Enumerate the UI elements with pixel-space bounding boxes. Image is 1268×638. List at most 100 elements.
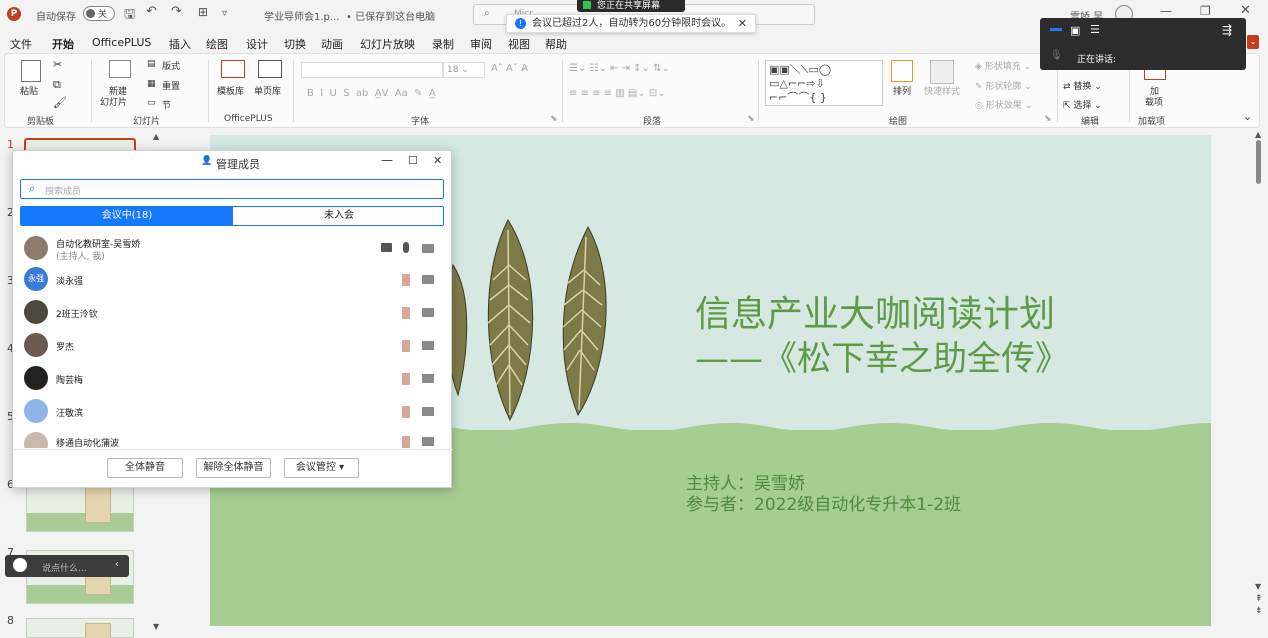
layout-icon[interactable]: ▤ bbox=[147, 59, 156, 69]
minimize-icon[interactable]: — bbox=[1160, 4, 1172, 18]
paste-icon[interactable] bbox=[21, 60, 41, 82]
next-slide-icon[interactable]: ⇟ bbox=[1255, 606, 1263, 616]
tab-view[interactable]: 视图 bbox=[508, 36, 530, 52]
tab-officeplus[interactable]: OfficePLUS bbox=[92, 36, 151, 49]
reset-button[interactable]: 重置 bbox=[162, 79, 180, 92]
mic-icon[interactable] bbox=[403, 242, 409, 253]
tab-help[interactable]: 帮助 bbox=[545, 36, 567, 52]
addins-button-2[interactable]: 载项 bbox=[1145, 95, 1163, 108]
member-row[interactable]: 2班王泠钦 bbox=[23, 298, 443, 328]
camera-off-icon[interactable] bbox=[422, 374, 434, 383]
prev-slide-icon[interactable]: ⇞ bbox=[1255, 594, 1263, 604]
grow-font-icon[interactable]: A˄ A˅ A̷ bbox=[491, 63, 528, 74]
shape-effect-button[interactable]: ◎ 形状效果 ⌄ bbox=[975, 98, 1032, 111]
select-button[interactable]: ⇱ 选择 ⌄ bbox=[1063, 98, 1102, 111]
slide-participants[interactable]: 参与者：2022级自动化专升本1-2班 bbox=[686, 490, 961, 515]
slide-title[interactable]: 信息产业大咖阅读计划 bbox=[695, 285, 1055, 337]
quick-styles-icon[interactable] bbox=[930, 60, 954, 84]
reset-icon[interactable]: ▦ bbox=[147, 79, 156, 89]
font-family-select[interactable] bbox=[301, 62, 443, 78]
tab-animations[interactable]: 动画 bbox=[321, 36, 343, 52]
arrange-icon[interactable] bbox=[891, 60, 913, 82]
list-icons[interactable]: ☰⌄ ☷⌄ ⇤ ⇥ ↕⌄ ⇅⌄ bbox=[569, 63, 670, 74]
paragraph-dialog-launcher-icon[interactable]: ⬊ bbox=[747, 114, 755, 124]
mute-all-button[interactable]: 全体静音 bbox=[107, 458, 183, 478]
mic-off-icon[interactable] bbox=[402, 274, 410, 286]
copy-icon[interactable]: ⧉ bbox=[53, 78, 61, 92]
tab-transitions[interactable]: 切换 bbox=[284, 36, 306, 52]
member-search-input[interactable]: ⌕ 搜索成员 bbox=[20, 179, 444, 199]
quick-styles-button[interactable]: 快速样式 bbox=[924, 84, 960, 97]
minimize-panel-icon[interactable] bbox=[1050, 28, 1062, 31]
member-row[interactable]: 罗杰 bbox=[23, 331, 443, 361]
mic-off-icon[interactable] bbox=[402, 406, 410, 418]
template-library-button[interactable]: 模板库 bbox=[217, 84, 244, 97]
shapes-gallery[interactable]: ▣▣＼⟍▭◯ ▭△⌐⌐⇨⇩ ⌐⌐⌒⌒{ } bbox=[765, 60, 883, 106]
close-toast-icon[interactable]: ✕ bbox=[738, 15, 747, 32]
paste-button[interactable]: 粘贴 bbox=[20, 84, 38, 97]
tab-review[interactable]: 审阅 bbox=[470, 36, 492, 52]
redo-icon[interactable]: ↷ bbox=[171, 4, 182, 19]
mic-off-icon[interactable] bbox=[402, 373, 410, 385]
new-slide-icon[interactable] bbox=[109, 60, 131, 78]
cut-icon[interactable]: ✂ bbox=[53, 58, 62, 71]
chat-bar[interactable]: 说点什么... ‹ bbox=[5, 555, 129, 577]
member-row[interactable]: 移通自动化蒲波 bbox=[23, 430, 443, 448]
tab-design[interactable]: 设计 bbox=[246, 36, 268, 52]
template-library-icon[interactable] bbox=[221, 60, 245, 78]
thumbnail-8[interactable] bbox=[26, 618, 134, 638]
font-dialog-launcher-icon[interactable]: ⬊ bbox=[550, 114, 558, 124]
camera-off-icon[interactable] bbox=[422, 341, 434, 350]
window-icon[interactable]: ▣ bbox=[1070, 24, 1080, 37]
font-style-icons[interactable]: B I U S ab A̲V Aa ✎ A̲ bbox=[307, 88, 436, 99]
unmute-all-button[interactable]: 解除全体静音 bbox=[196, 458, 271, 478]
camera-off-icon[interactable] bbox=[422, 244, 434, 253]
camera-off-icon[interactable] bbox=[422, 308, 434, 317]
chevron-left-icon[interactable]: ‹ bbox=[115, 559, 119, 570]
tab-in-meeting[interactable]: 会议中(18) bbox=[21, 207, 233, 225]
slide-subtitle[interactable]: ——《松下幸之助全传》 bbox=[695, 331, 1069, 380]
emoji-icon[interactable] bbox=[13, 558, 27, 572]
single-page-library-button[interactable]: 单页库 bbox=[254, 84, 281, 97]
customize-qat-icon[interactable]: ▿ bbox=[222, 8, 227, 19]
chat-placeholder[interactable]: 说点什么... bbox=[42, 561, 87, 574]
maximize-dialog-icon[interactable]: ☐ bbox=[408, 154, 418, 167]
align-icons[interactable]: ≡ ≡ ≡ ≡ ▥ ▤⌄ ⊟⌄ bbox=[569, 88, 666, 99]
scroll-up-icon[interactable]: ▲ bbox=[153, 132, 159, 141]
close-dialog-icon[interactable]: ✕ bbox=[433, 154, 442, 167]
collapse-panel-icon[interactable]: ⇶ bbox=[1222, 23, 1232, 37]
scroll-up-icon[interactable]: ▲ bbox=[1255, 130, 1261, 139]
layout-button[interactable]: 版式 bbox=[162, 59, 180, 72]
member-row[interactable]: 永强 淡永强 bbox=[23, 265, 443, 295]
scroll-thumb[interactable] bbox=[1256, 140, 1261, 184]
shape-outline-button[interactable]: ✎ 形状轮廓 ⌄ bbox=[975, 79, 1032, 92]
arrange-button[interactable]: 排列 bbox=[893, 84, 911, 97]
autosave-toggle[interactable]: 关 bbox=[83, 6, 115, 21]
single-page-library-icon[interactable] bbox=[258, 60, 282, 78]
replace-button[interactable]: ⇄ 替换 ⌄ bbox=[1063, 79, 1102, 92]
member-row[interactable]: 汪敬滨 bbox=[23, 397, 443, 427]
restore-icon[interactable]: ❐ bbox=[1200, 4, 1211, 18]
tab-slideshow[interactable]: 幻灯片放映 bbox=[360, 36, 415, 52]
section-icon[interactable]: ▭ bbox=[147, 98, 156, 108]
thumbnail-1[interactable] bbox=[24, 138, 136, 150]
drawing-dialog-launcher-icon[interactable]: ⬊ bbox=[1044, 114, 1052, 124]
slide-scrollbar[interactable]: ▲ ▼ ⇞ ⇟ bbox=[1253, 130, 1267, 630]
ribbon-dropdown-button[interactable]: ⌄ bbox=[1247, 35, 1259, 49]
tab-not-joined[interactable]: 未入会 bbox=[233, 207, 443, 225]
font-size-select[interactable]: 18 ⌄ bbox=[443, 62, 485, 78]
scroll-down-icon[interactable]: ▼ bbox=[1255, 582, 1261, 591]
shape-fill-button[interactable]: ◈ 形状填充 ⌄ bbox=[975, 59, 1031, 72]
minimize-dialog-icon[interactable]: — bbox=[381, 153, 393, 167]
collapse-ribbon-icon[interactable]: ⌄ bbox=[1243, 110, 1252, 123]
save-icon[interactable]: 🖫 bbox=[124, 5, 135, 27]
camera-off-icon[interactable] bbox=[422, 275, 434, 284]
scroll-down-icon[interactable]: ▼ bbox=[153, 622, 159, 631]
close-icon[interactable]: ✕ bbox=[1240, 3, 1251, 18]
tab-record[interactable]: 录制 bbox=[432, 36, 454, 52]
mic-off-icon[interactable] bbox=[402, 340, 410, 352]
mic-off-icon[interactable] bbox=[402, 307, 410, 319]
format-painter-icon[interactable]: 🖌 bbox=[53, 96, 67, 109]
mic-off-icon[interactable] bbox=[402, 436, 410, 448]
member-row[interactable]: 陶芸梅 bbox=[23, 364, 443, 394]
